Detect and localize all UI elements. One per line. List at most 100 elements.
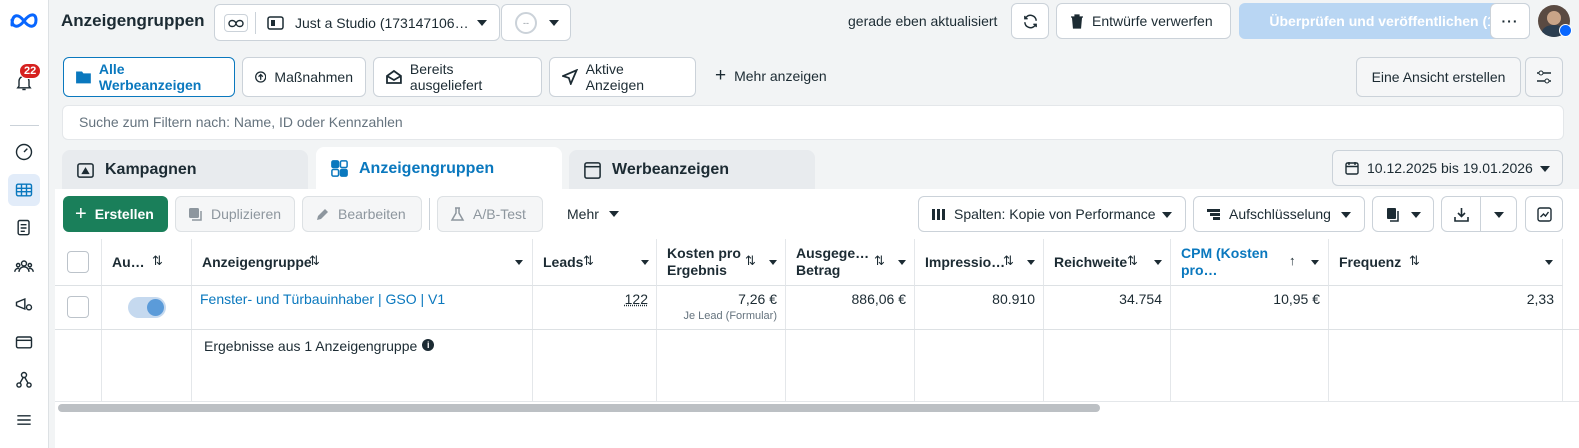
tab-ads[interactable]: Werbeanzeigen [569, 150, 815, 190]
header-frequency[interactable]: Frequenz ⇅ [1329, 239, 1563, 286]
show-more-filters-link[interactable]: + Mehr anzeigen [715, 66, 827, 85]
selector-divider [255, 12, 256, 34]
show-more-label: Mehr anzeigen [734, 68, 827, 84]
header-cpm[interactable]: CPM (Kosten pro… ↑ [1171, 239, 1329, 286]
columns-chevron-down-icon [1162, 212, 1172, 218]
header-adset-name[interactable]: Anzeigengruppe ⇅ [192, 239, 533, 286]
filter-settings-button[interactable] [1525, 57, 1563, 97]
header-reach-label: Reichweite [1054, 253, 1128, 270]
duplicate-button[interactable]: Duplizieren [175, 196, 295, 232]
chart-trend-icon [1536, 206, 1552, 222]
cost-per-result-value: 7,26 € [738, 291, 777, 307]
summary-cell [55, 330, 102, 402]
select-all-checkbox[interactable] [67, 251, 89, 273]
toolbar-divider [429, 198, 430, 230]
header-cpm-label: CPM (Kosten pro… [1181, 245, 1269, 278]
columns-button[interactable]: Spalten: Kopie von Performance [918, 196, 1186, 232]
more-actions-button[interactable]: Mehr [555, 196, 635, 232]
campaign-settings-megaphone-icon[interactable] [8, 288, 40, 320]
summary-cell [1329, 330, 1563, 402]
header-spent-label: Ausgege… Betrag [796, 245, 870, 278]
search-input[interactable]: Suche zum Filtern nach: Name, ID oder Ke… [62, 105, 1564, 140]
send-plane-icon [562, 69, 578, 85]
info-icon[interactable]: i [422, 339, 435, 351]
pages-document-icon[interactable] [8, 212, 40, 244]
sort-icon[interactable]: ⇅ [309, 253, 320, 269]
create-view-button[interactable]: Eine Ansicht erstellen [1356, 57, 1521, 97]
ab-test-button[interactable]: A/B-Test [437, 196, 543, 232]
adset-status-toggle[interactable] [128, 297, 166, 318]
column-menu-chevron-icon[interactable] [1154, 260, 1162, 265]
header-amount-spent[interactable]: Ausgege… Betrag ⇅ [786, 239, 915, 286]
sort-icon[interactable]: ⇅ [1003, 253, 1014, 269]
trash-icon [1071, 13, 1083, 29]
cpm-value: 10,95 € [1171, 286, 1329, 329]
date-range-picker[interactable]: 10.12.2025 bis 19.01.2026 [1332, 150, 1563, 186]
chip-actions[interactable]: Maßnahmen [242, 57, 366, 97]
summary-cell [657, 330, 786, 402]
columns-label: Spalten: Kopie von Performance [954, 206, 1156, 222]
row-checkbox[interactable] [67, 296, 89, 318]
ads-manager-table-icon[interactable] [8, 174, 40, 206]
all-tools-menu-icon[interactable] [8, 404, 40, 436]
audiences-people-icon[interactable] [8, 250, 40, 282]
export-button[interactable] [1441, 196, 1517, 232]
notification-count-badge: 22 [19, 63, 42, 79]
meta-logo-icon[interactable] [9, 10, 39, 30]
edit-button[interactable]: Bearbeiten [302, 196, 422, 232]
chip-delivered[interactable]: Bereits ausgeliefert [373, 57, 542, 97]
sort-icon[interactable]: ⇅ [1409, 253, 1420, 269]
adset-name-link[interactable]: Fenster- und Türbauinhaber | GSO | V1 [192, 286, 533, 329]
duplicate-label: Duplizieren [211, 206, 282, 222]
chip-all-ads[interactable]: Alle Werbeanzeigen [63, 57, 235, 97]
column-menu-chevron-icon[interactable] [1027, 260, 1035, 265]
breakdown-button[interactable]: Aufschlüsselung [1193, 196, 1365, 232]
sort-icon[interactable]: ⇅ [745, 253, 756, 269]
sort-icon[interactable]: ⇅ [874, 253, 885, 269]
discard-drafts-button[interactable]: Entwürfe verwerfen [1056, 3, 1231, 39]
sort-icon[interactable]: ⇅ [152, 253, 163, 269]
events-manager-network-icon[interactable] [8, 364, 40, 396]
header-status[interactable]: Au… ⇅ [102, 239, 192, 286]
header-cost-per-result[interactable]: Kosten pro Ergebnis ⇅ [657, 239, 786, 286]
account-selector[interactable]: Just a Studio (173147106… [214, 4, 500, 41]
column-menu-chevron-icon[interactable] [1545, 260, 1553, 265]
create-button[interactable]: + Erstellen [63, 196, 168, 232]
more-chevron-down-icon [609, 211, 619, 217]
header-name-label: Anzeigengruppe [202, 253, 312, 270]
sort-icon[interactable]: ⇅ [583, 253, 594, 269]
billing-card-icon[interactable] [8, 326, 40, 358]
column-menu-chevron-icon[interactable] [769, 260, 777, 265]
chart-view-button[interactable] [1525, 196, 1563, 232]
table-bottom-divider [55, 401, 1579, 402]
header-leads[interactable]: Leads ⇅ [533, 239, 657, 286]
review-publish-button[interactable]: Überprüfen und veröffentlichen (1) [1239, 3, 1530, 39]
account-icon [267, 15, 284, 31]
adset-grid-icon [331, 160, 348, 177]
dashboard-gauge-icon[interactable] [8, 136, 40, 168]
header-impressions[interactable]: Impressio… ⇅ [915, 239, 1044, 286]
horizontal-scrollbar[interactable] [58, 404, 1100, 412]
sort-icon[interactable]: ⇅ [1127, 253, 1138, 269]
status-chevron-down-icon [549, 20, 559, 26]
status-selector[interactable]: -- [501, 4, 571, 41]
leads-value[interactable]: 122 [533, 286, 657, 329]
column-menu-chevron-icon[interactable] [641, 260, 649, 265]
edit-label: Bearbeiten [338, 206, 406, 222]
column-menu-chevron-icon[interactable] [515, 260, 523, 265]
reports-button[interactable] [1372, 196, 1434, 232]
column-menu-chevron-icon[interactable] [898, 260, 906, 265]
more-options-button[interactable]: ··· [1490, 3, 1530, 39]
refresh-button[interactable] [1011, 3, 1049, 39]
tab-adsets[interactable]: Anzeigengruppen [316, 147, 562, 190]
sort-ascending-icon[interactable]: ↑ [1289, 253, 1296, 268]
date-range-label: 10.12.2025 bis 19.01.2026 [1367, 160, 1533, 176]
header-reach[interactable]: Reichweite ⇅ [1044, 239, 1171, 286]
duplicate-icon [189, 207, 202, 221]
breakdown-icon [1207, 208, 1220, 220]
facebook-badge-icon [1559, 24, 1572, 37]
chip-active-ads[interactable]: Aktive Anzeigen [549, 57, 696, 97]
tab-campaigns[interactable]: Kampagnen [62, 150, 308, 190]
column-menu-chevron-icon[interactable] [1311, 260, 1319, 265]
date-chevron-down-icon [1540, 166, 1550, 172]
